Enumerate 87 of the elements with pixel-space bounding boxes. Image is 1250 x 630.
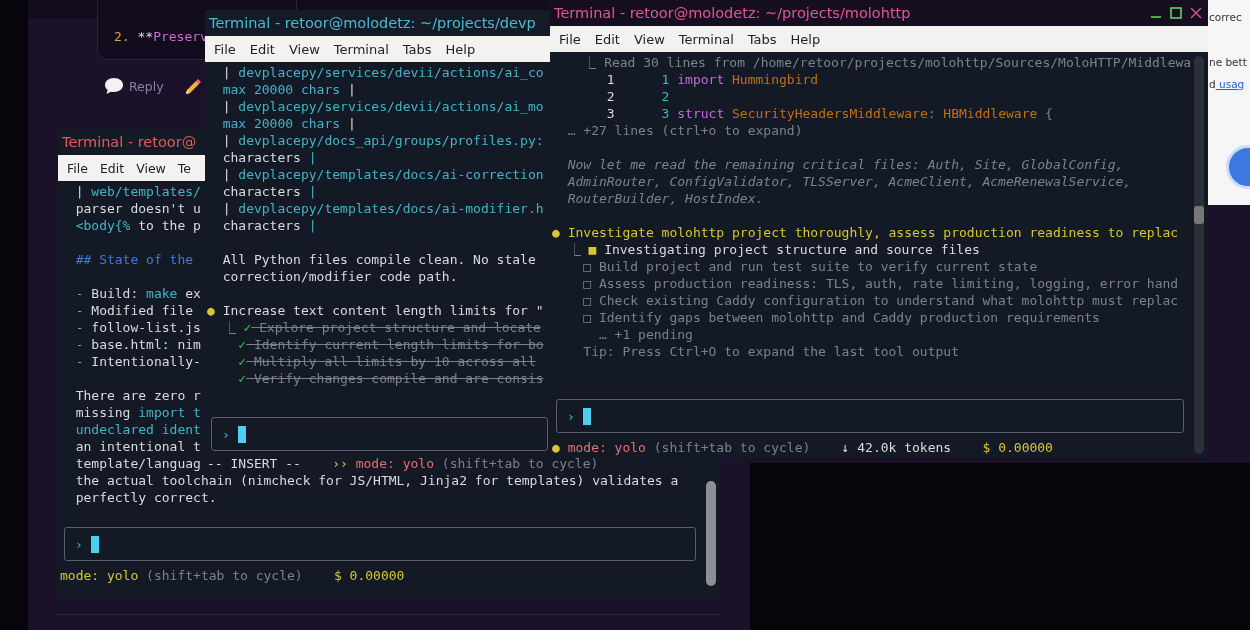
terminal-line: - base.html: nim	[74, 336, 201, 353]
terminal-line: | devplacepy/services/devii/actions/ai_co	[221, 64, 544, 81]
terminal-line: | devplacepy/services/devii/actions/ai_mo	[221, 98, 544, 115]
command-input[interactable]: ›	[211, 417, 548, 451]
terminal-line: 2 2	[605, 88, 670, 105]
terminal-line: | devplacepy/templates/docs/ai-modifier.h	[221, 200, 544, 217]
menu-item[interactable]: View	[136, 160, 166, 176]
terminal-line: 1 1 import Hummingbird	[605, 71, 819, 88]
window-title: Terminal - retoor@molodetz: ~/projects/devp	[209, 15, 536, 31]
menu-item[interactable]: Help	[790, 31, 821, 47]
menu-item[interactable]: Te	[177, 160, 191, 176]
terminal-line: parser doesn't u	[74, 200, 201, 217]
menu-item[interactable]: Tabs	[747, 31, 777, 47]
menu-item[interactable]: View	[288, 41, 320, 57]
terminal-line: undeclared ident	[74, 421, 201, 438]
reply-button[interactable]: Reply	[104, 77, 164, 95]
close-icon[interactable]	[1190, 7, 1202, 19]
command-input[interactable]: ›	[556, 399, 1184, 433]
terminal-line: correction/modifier code path.	[221, 268, 458, 285]
terminal-line: All Python files compile clean. No stale	[221, 251, 536, 268]
pencil-icon[interactable]	[184, 78, 202, 96]
scrollbar[interactable]	[1194, 56, 1204, 454]
terminal-line: □ Check existing Caddy configuration to understand what molohttp must replac	[582, 292, 1179, 309]
menu-item[interactable]: Terminal	[678, 31, 734, 47]
terminal-line: ✓ Multiply all limits by 10 across all	[237, 353, 536, 370]
scrollbar[interactable]	[706, 481, 716, 586]
terminal-line: ⎿ ✓ Explore project structure and locate	[221, 319, 541, 336]
terminal-line: □ Build project and run test suite to verify current state	[582, 258, 1038, 275]
maximize-icon[interactable]	[1170, 7, 1182, 19]
terminal-line: AdminRouter, ConfigValidator, TLSServer, AcmeClient, AcmeRenewalService,	[566, 173, 1132, 190]
terminal-line: Tip: Press Ctrl+O to expand the last tool output	[582, 343, 959, 360]
terminal-line: characters |	[221, 149, 317, 166]
terminal-line: | web/templates/	[74, 183, 201, 200]
terminal-line: ## State of the	[74, 251, 194, 268]
terminal-line: ● Investigate molohttp project thoroughly, assess production readiness to replac	[552, 224, 1179, 241]
status-line: -- INSERT -- ›› mode: yolo (shift+tab to cycle)	[207, 457, 599, 471]
terminal-line: characters |	[221, 217, 317, 234]
terminal-line: an intentional t	[74, 438, 201, 455]
terminal-line: … +27 lines (ctrl+o to expand)	[566, 122, 803, 139]
page-text: ne bett	[1209, 56, 1247, 68]
text-cursor	[90, 535, 99, 553]
terminal-line: <body{% to the p	[74, 217, 201, 234]
terminal-line: ✓ Verify changes compile and are consis	[237, 370, 544, 387]
terminal-line: - follow-list.js	[74, 319, 201, 336]
terminal-line: missing import t	[74, 404, 201, 421]
menu-item[interactable]: Edit	[249, 41, 275, 57]
terminal-line: perfectly correct.	[74, 489, 217, 506]
terminal-line: There are zero r	[74, 387, 201, 404]
terminal-line: max 20000 chars |	[221, 115, 356, 132]
window-title: Terminal - retoor@molodetz: ~/projects/molohttp	[554, 5, 911, 21]
menu-item[interactable]: Edit	[594, 31, 620, 47]
terminal-line: □ Assess production readiness: TLS, auth, rate limiting, logging, error hand	[582, 275, 1179, 292]
terminal-line: ✓ Identify current length limits for bo	[237, 336, 544, 353]
page-text: d usag	[1209, 78, 1245, 90]
menu-item[interactable]: Edit	[99, 160, 125, 176]
command-input[interactable]: ›	[64, 527, 696, 561]
window-title: Terminal - retoor@	[62, 134, 197, 150]
terminal-line: ⎿ Read 30 lines from /home/retoor/projects/molohttp/Sources/MoloHTTP/Middlewa	[582, 54, 1192, 71]
menu-item[interactable]: View	[633, 31, 665, 47]
terminal-line: - Build: make ex	[74, 285, 201, 302]
text-cursor	[582, 407, 591, 425]
terminal-line: 3 3 struct SecurityHeadersMiddleware: HBMiddleware {	[605, 105, 1053, 122]
terminal-line: the actual toolchain (nimcheck for JS/HTML, Jinja2 for templates) validates a	[74, 472, 679, 489]
status-line: mode: yolo (shift+tab to cycle) $ 0.00000	[60, 567, 405, 584]
terminal-line: ⎿ ■ Investigating project structure and source files	[566, 241, 980, 258]
terminal-line: | devplacepy/templates/docs/ai-correction	[221, 166, 544, 183]
status-line: ● mode: yolo (shift+tab to cycle) ↓ 42.0k tokens $ 0.00000	[552, 439, 1053, 456]
menu-item[interactable]: Help	[445, 41, 476, 57]
terminal-line: □ Identify gaps between molohttp and Caddy production requirements	[582, 309, 1100, 326]
terminal-line: | devplacepy/docs_api/groups/profiles.py:	[221, 132, 544, 149]
menu-item[interactable]: File	[214, 41, 236, 57]
terminal-line: template/languag	[74, 455, 201, 472]
speech-bubble-icon	[104, 77, 124, 95]
terminal-line: max 20000 chars |	[221, 81, 356, 98]
terminal-line: - Modified file	[74, 302, 194, 319]
menu-item[interactable]: Terminal	[333, 41, 389, 57]
terminal-line: ● Increase text content length limits for "	[207, 302, 544, 319]
terminal-line: … +1 pending	[597, 326, 693, 343]
menu-item[interactable]: Tabs	[402, 41, 432, 57]
terminal-line: Now let me read the remaining critical files: Auth, Site, GlobalConfig,	[566, 156, 1124, 173]
terminal-line: characters |	[221, 183, 317, 200]
menu-item[interactable]: File	[559, 31, 581, 47]
page-text: correc	[1209, 11, 1242, 23]
terminal-line: - Intentionally-	[74, 353, 201, 370]
text-cursor	[237, 425, 246, 443]
terminal-line: RouterBuilder, HostIndex.	[566, 190, 764, 207]
menu-item[interactable]: File	[67, 160, 88, 176]
